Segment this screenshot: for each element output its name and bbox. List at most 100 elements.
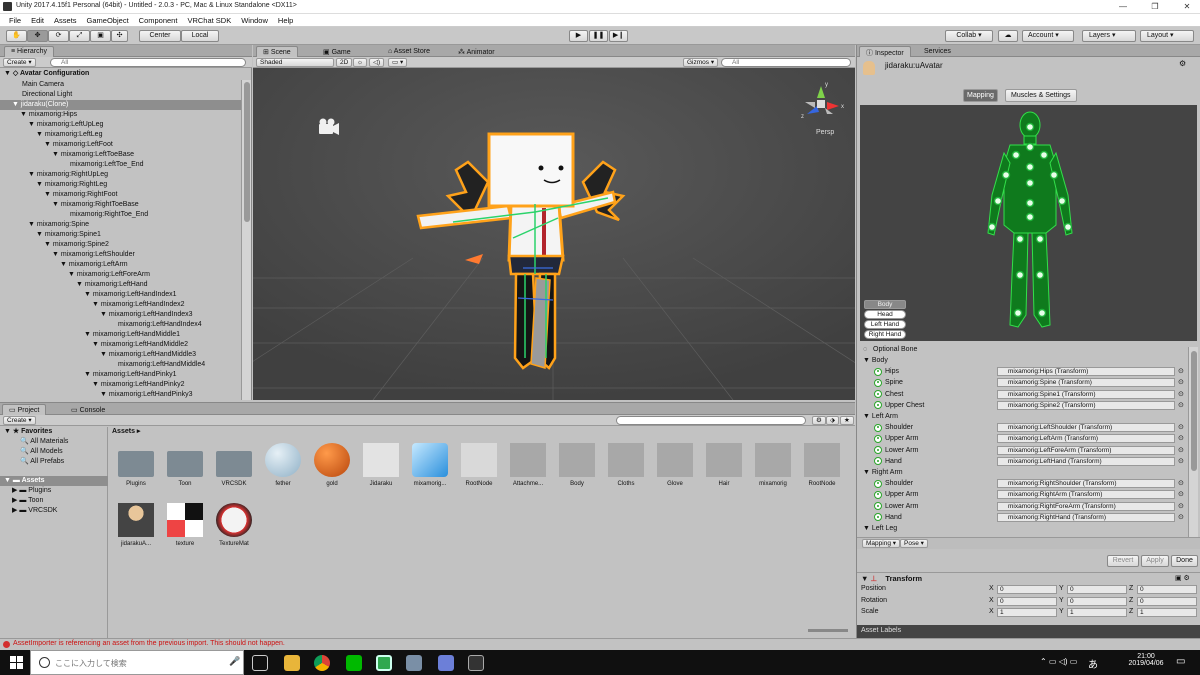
transform-y-field[interactable]: 0 [1067, 596, 1127, 606]
asset-item[interactable]: gold [310, 443, 354, 487]
expand-arrow-icon[interactable]: ▼ [36, 181, 45, 188]
play-button[interactable]: ▶ [569, 30, 588, 42]
bone-dot[interactable] [1025, 178, 1035, 188]
bone-transform-field[interactable]: mixamorig:LeftHand (Transform) [997, 456, 1175, 466]
microphone-icon[interactable]: 🎤 [229, 656, 240, 667]
menu-help[interactable]: Help [273, 14, 298, 26]
minimize-button[interactable]: — [1112, 1, 1134, 13]
pose-dropdown[interactable]: Pose ▾ [900, 539, 928, 548]
bone-dot[interactable] [1063, 222, 1073, 232]
gizmos-dropdown[interactable]: Gizmos ▾ [683, 58, 719, 67]
hierarchy-item[interactable]: ▼ mixamorig:LeftForeArm [0, 270, 241, 280]
hierarchy-item[interactable]: ▼ jidaraku(Clone) [0, 100, 241, 110]
layout-dropdown[interactable]: Layout ▾ [1140, 30, 1194, 42]
bone-transform-field[interactable]: mixamorig:LeftForeArm (Transform) [997, 445, 1175, 455]
expand-arrow-icon[interactable]: ▼ [863, 469, 872, 476]
close-button[interactable]: ✕ [1176, 1, 1198, 13]
scene-root[interactable]: ▼ ◇ Avatar Configuration [0, 69, 241, 79]
tab-asset-store[interactable]: ⌂ Asset Store [381, 46, 437, 57]
bone-dot[interactable] [1011, 150, 1021, 160]
windows-start-icon[interactable] [10, 656, 23, 669]
transform-z-field[interactable]: 0 [1137, 596, 1197, 606]
file-explorer-icon[interactable] [284, 655, 300, 671]
project-search-input[interactable] [616, 416, 806, 425]
hierarchy-item[interactable]: ▼ mixamorig:LeftHandMiddle1 [0, 330, 241, 340]
object-picker-icon[interactable]: ⊙ [1178, 400, 1184, 411]
bone-dot[interactable] [1049, 170, 1059, 180]
expand-arrow-icon[interactable]: ▼ [92, 301, 101, 308]
hierarchy-search-input[interactable] [50, 58, 246, 67]
fav-all-models[interactable]: 🔍 All Models [0, 447, 108, 457]
hierarchy-item[interactable]: ▼ mixamorig:Spine2 [0, 240, 241, 250]
bone-transform-field[interactable]: mixamorig:LeftShoulder (Transform) [997, 423, 1175, 433]
filter-type-icon[interactable]: ⚙ [812, 416, 826, 425]
expand-arrow-icon[interactable]: ▼ [84, 291, 93, 298]
discord-icon[interactable] [438, 655, 454, 671]
bone-dot[interactable] [1013, 308, 1023, 318]
object-picker-icon[interactable]: ⊙ [1178, 422, 1184, 433]
scene-search-input[interactable] [721, 58, 851, 67]
expand-arrow-icon[interactable]: ▼ [863, 413, 872, 420]
expand-arrow-icon[interactable]: ▼ [84, 371, 93, 378]
object-picker-icon[interactable]: ⊙ [1178, 456, 1184, 467]
chrome-icon[interactable] [314, 655, 330, 671]
lighting-icon[interactable]: ☼ [353, 58, 367, 67]
hierarchy-item[interactable]: ▼ mixamorig:Hips [0, 110, 241, 120]
expand-arrow-icon[interactable]: ▼ [44, 191, 53, 198]
expand-arrow-icon[interactable]: ▼ [28, 121, 37, 128]
bone-group-header[interactable]: ▼ Body [857, 355, 1187, 366]
bone-dot[interactable] [1025, 198, 1035, 208]
hierarchy-item[interactable]: ▼ mixamorig:RightUpLeg [0, 170, 241, 180]
bone-transform-field[interactable]: mixamorig:RightHand (Transform) [997, 512, 1175, 522]
expand-arrow-icon[interactable]: ▼ [20, 111, 29, 118]
bone-dot[interactable] [1039, 150, 1049, 160]
hierarchy-item[interactable]: ▼ mixamorig:LeftHandPinky2 [0, 380, 241, 390]
taskbar-search-input[interactable] [55, 656, 205, 670]
bone-dot[interactable] [1057, 196, 1067, 206]
mapping-dropdown[interactable]: Mapping ▾ [862, 539, 901, 548]
asset-item[interactable]: Attachme... [506, 443, 550, 487]
hierarchy-item[interactable]: Main Camera [0, 80, 241, 90]
expand-arrow-icon[interactable]: ▼ [44, 141, 53, 148]
hierarchy-item[interactable]: ▼ mixamorig:LeftToeBase [0, 150, 241, 160]
head-view-button[interactable]: Head [864, 310, 906, 319]
tray-icons[interactable]: ⌃ ▭ ◁) ▭ [1040, 657, 1077, 666]
asset-item[interactable]: Glove [653, 443, 697, 487]
asset-item[interactable]: jidarakuA... [114, 503, 158, 547]
tab-inspector[interactable]: ⓘ Inspector [859, 46, 911, 57]
asset-item[interactable]: mixamorig... [408, 443, 452, 487]
asset-item[interactable]: Plugins [114, 443, 158, 487]
menu-vrchat-sdk[interactable]: VRChat SDK [182, 14, 236, 26]
app-green-icon[interactable] [376, 655, 392, 671]
done-button[interactable]: Done [1171, 555, 1198, 567]
unity-taskbar-icon[interactable] [468, 655, 484, 671]
object-picker-icon[interactable]: ⊙ [1178, 389, 1184, 400]
task-view-icon[interactable] [252, 655, 268, 671]
hierarchy-item[interactable]: ▼ mixamorig:LeftHandPinky3 [0, 390, 241, 400]
object-picker-icon[interactable]: ⊙ [1178, 512, 1184, 523]
bone-dot[interactable] [993, 196, 1003, 206]
object-picker-icon[interactable]: ⊙ [1178, 501, 1184, 512]
asset-item[interactable]: mixamorig [751, 443, 795, 487]
expand-arrow-icon[interactable]: ▼ [28, 221, 37, 228]
hierarchy-item[interactable]: mixamorig:RightToe_End [0, 210, 241, 220]
expand-arrow-icon[interactable]: ▼ [100, 311, 109, 318]
expand-arrow-icon[interactable]: ▼ [36, 131, 45, 138]
hierarchy-item[interactable]: ▼ mixamorig:LeftHandPinky1 [0, 370, 241, 380]
bone-list-scroll-thumb[interactable] [1191, 351, 1197, 471]
hierarchy-item[interactable]: ▼ mixamorig:Spine1 [0, 230, 241, 240]
bone-transform-field[interactable]: mixamorig:LeftArm (Transform) [997, 434, 1175, 444]
transform-x-field[interactable]: 0 [997, 596, 1057, 606]
transform-x-field[interactable]: 1 [997, 608, 1057, 617]
hierarchy-item[interactable]: ▼ mixamorig:LeftUpLeg [0, 120, 241, 130]
tab-animator[interactable]: ⁂ Animator [451, 46, 502, 57]
tab-hierarchy[interactable]: ≡ Hierarchy [4, 46, 54, 57]
transform-header[interactable]: ▼ ⊥ Transform [861, 574, 922, 583]
move-tool-button[interactable]: ✥ [27, 30, 48, 42]
bone-group-header[interactable]: ▼ Right Arm [857, 467, 1187, 478]
bone-dot[interactable] [1035, 270, 1045, 280]
bone-list-scrollbar[interactable] [1188, 347, 1198, 537]
line-app-icon[interactable] [346, 655, 362, 671]
expand-arrow-icon[interactable]: ▼ [100, 391, 109, 398]
expand-arrow-icon[interactable]: ▼ [44, 241, 53, 248]
